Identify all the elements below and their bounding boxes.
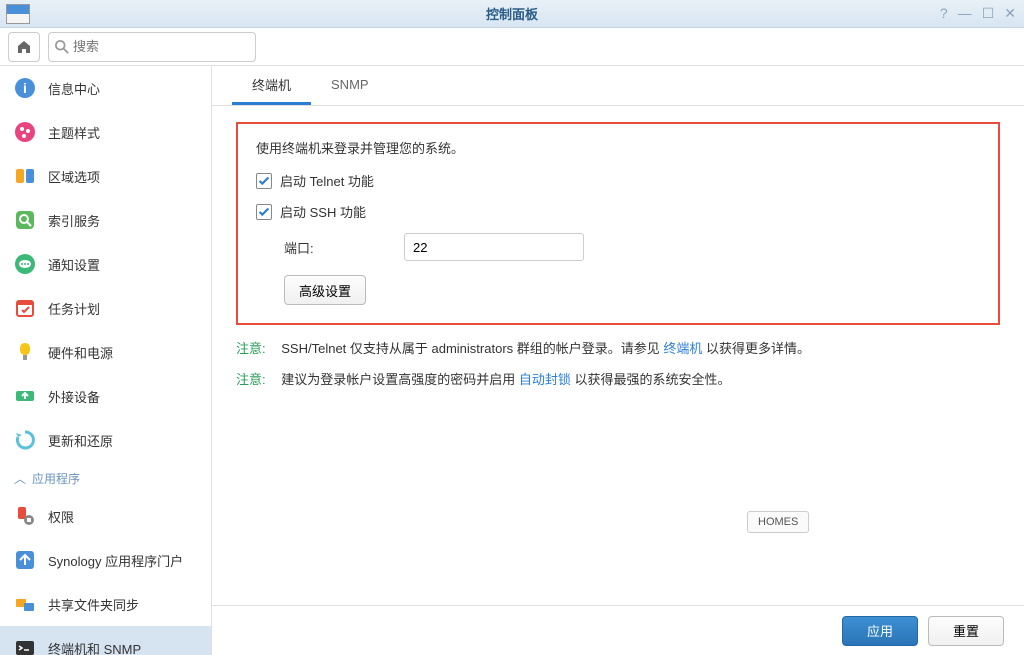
port-input[interactable] (404, 233, 584, 261)
sidebar-item-label: 硬件和电源 (48, 343, 113, 362)
hardware-icon (14, 341, 36, 363)
content-body: 使用终端机来登录并管理您的系统。 启动 Telnet 功能 启动 SSH 功能 … (212, 106, 1024, 605)
telnet-checkbox[interactable] (256, 173, 272, 189)
sidebar-item-update[interactable]: 更新和还原 (0, 418, 211, 462)
terminal-icon (14, 637, 36, 655)
sidebar-item-task[interactable]: 任务计划 (0, 286, 211, 330)
note-1: 注意: SSH/Telnet 仅支持从属于 administrators 群组的… (236, 339, 1000, 360)
sidebar-item-label: 通知设置 (48, 255, 100, 274)
tab-snmp[interactable]: SNMP (311, 66, 389, 105)
toolbar (0, 28, 1024, 66)
highlight-box: 使用终端机来登录并管理您的系统。 启动 Telnet 功能 启动 SSH 功能 … (236, 122, 1000, 325)
sidebar-item-label: 权限 (48, 507, 74, 526)
home-icon (16, 39, 32, 55)
apply-button[interactable]: 应用 (842, 616, 918, 646)
sidebar: i 信息中心 主题样式 区域选项 索引服务 通知设置 任务计划 硬件和电源 (0, 66, 212, 655)
sidebar-item-label: 信息中心 (48, 79, 100, 98)
app-icon (6, 4, 30, 24)
region-icon (14, 165, 36, 187)
info-icon: i (14, 77, 36, 99)
telnet-label: 启动 Telnet 功能 (280, 171, 374, 190)
sidebar-item-label: Synology 应用程序门户 (48, 551, 183, 570)
window-controls: ? — ☐ ✕ (940, 5, 1016, 22)
ssh-label: 启动 SSH 功能 (280, 202, 366, 221)
chevron-up-icon: ︿ (14, 470, 26, 487)
sidebar-item-perm[interactable]: 权限 (0, 494, 211, 538)
search-input[interactable] (73, 39, 249, 54)
content: 终端机 SNMP 使用终端机来登录并管理您的系统。 启动 Telnet 功能 启… (212, 66, 1024, 655)
sidebar-item-sync[interactable]: 共享文件夹同步 (0, 582, 211, 626)
perm-icon (14, 505, 36, 527)
sidebar-item-label: 主题样式 (48, 123, 100, 142)
port-row: 端口: (284, 233, 980, 261)
sidebar-item-label: 更新和还原 (48, 431, 113, 450)
sidebar-item-label: 区域选项 (48, 167, 100, 186)
sidebar-item-label: 终端机和 SNMP (48, 639, 141, 655)
autoblock-link[interactable]: 自动封锁 (519, 372, 571, 387)
index-icon (14, 209, 36, 231)
terminal-link[interactable]: 终端机 (663, 341, 702, 356)
sidebar-section-label: 应用程序 (32, 470, 80, 487)
note-2: 注意: 建议为登录帐户设置高强度的密码并启用 自动封锁 以获得最强的系统安全性。 (236, 370, 1000, 391)
sidebar-item-terminal[interactable]: 终端机和 SNMP (0, 626, 211, 655)
port-label: 端口: (284, 238, 384, 257)
sidebar-item-hardware[interactable]: 硬件和电源 (0, 330, 211, 374)
search-box[interactable] (48, 32, 256, 62)
help-icon[interactable]: ? (940, 5, 948, 22)
search-icon (55, 40, 69, 54)
sidebar-item-external[interactable]: 外接设备 (0, 374, 211, 418)
footer: 应用 重置 (212, 605, 1024, 655)
portal-icon (14, 549, 36, 571)
tabs: 终端机 SNMP (212, 66, 1024, 106)
note-text: SSH/Telnet 仅支持从属于 administrators 群组的帐户登录… (281, 341, 663, 356)
homes-badge: HOMES (747, 511, 809, 533)
tab-terminal[interactable]: 终端机 (232, 66, 311, 105)
sidebar-item-theme[interactable]: 主题样式 (0, 110, 211, 154)
close-icon[interactable]: ✕ (1004, 5, 1016, 22)
reset-button[interactable]: 重置 (928, 616, 1004, 646)
sidebar-item-index[interactable]: 索引服务 (0, 198, 211, 242)
ssh-checkbox[interactable] (256, 204, 272, 220)
external-icon (14, 385, 36, 407)
window-title: 控制面板 (486, 4, 538, 23)
note-label: 注意: (236, 372, 266, 387)
minimize-icon[interactable]: — (958, 5, 972, 22)
tab-label: SNMP (331, 77, 369, 92)
theme-icon (14, 121, 36, 143)
sidebar-item-region[interactable]: 区域选项 (0, 154, 211, 198)
note-text: 建议为登录帐户设置高强度的密码并启用 (281, 372, 519, 387)
sidebar-item-label: 外接设备 (48, 387, 100, 406)
advanced-settings-button[interactable]: 高级设置 (284, 275, 366, 305)
sidebar-item-label: 索引服务 (48, 211, 100, 230)
main: i 信息中心 主题样式 区域选项 索引服务 通知设置 任务计划 硬件和电源 (0, 66, 1024, 655)
sidebar-item-info[interactable]: i 信息中心 (0, 66, 211, 110)
sidebar-item-portal[interactable]: Synology 应用程序门户 (0, 538, 211, 582)
ssh-checkbox-row: 启动 SSH 功能 (256, 202, 980, 221)
maximize-icon[interactable]: ☐ (982, 5, 995, 22)
sidebar-item-label: 共享文件夹同步 (48, 595, 139, 614)
note-label: 注意: (236, 341, 266, 356)
sidebar-section-apps[interactable]: ︿ 应用程序 (0, 462, 211, 494)
task-icon (14, 297, 36, 319)
titlebar: 控制面板 ? — ☐ ✕ (0, 0, 1024, 28)
note-text: 以获得最强的系统安全性。 (575, 372, 731, 387)
sidebar-item-label: 任务计划 (48, 299, 100, 318)
description-text: 使用终端机来登录并管理您的系统。 (256, 138, 980, 157)
sidebar-item-notify[interactable]: 通知设置 (0, 242, 211, 286)
tab-label: 终端机 (252, 75, 291, 94)
home-button[interactable] (8, 32, 40, 62)
note-text: 以获得更多详情。 (706, 341, 810, 356)
telnet-checkbox-row: 启动 Telnet 功能 (256, 171, 980, 190)
sync-icon (14, 593, 36, 615)
notify-icon (14, 253, 36, 275)
svg-text:i: i (23, 80, 27, 96)
update-icon (14, 429, 36, 451)
